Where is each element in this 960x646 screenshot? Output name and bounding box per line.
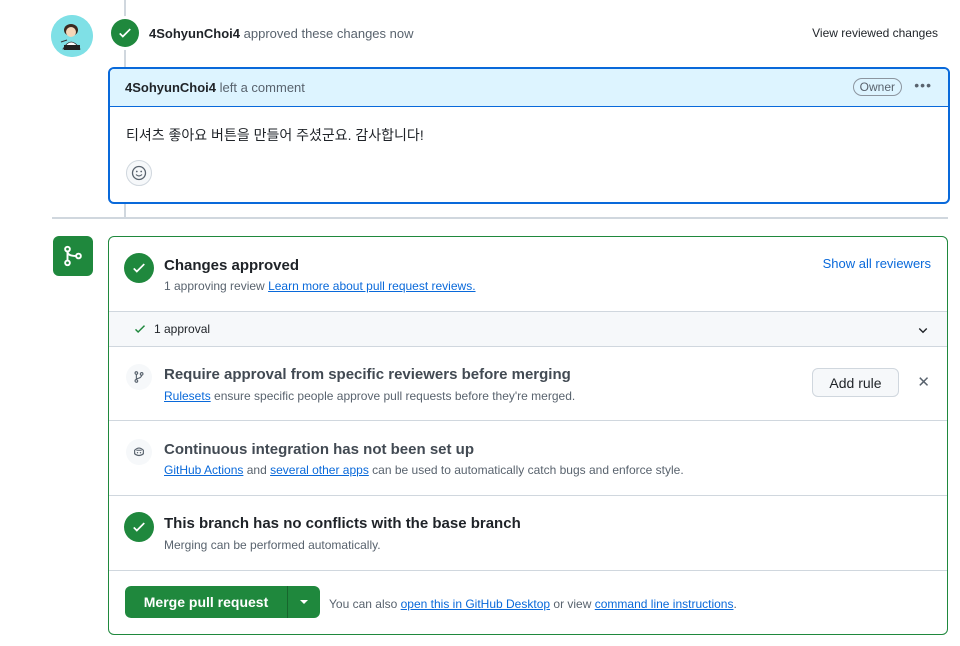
ci-and-text: and [246, 463, 267, 477]
timeline-divider [52, 217, 948, 219]
approved-check-badge [111, 19, 139, 47]
show-all-reviewers-link[interactable]: Show all reviewers [823, 256, 931, 271]
github-actions-link[interactable]: GitHub Actions [164, 463, 243, 477]
open-github-desktop-link[interactable]: open this in GitHub Desktop [401, 597, 550, 611]
command-line-instructions-link[interactable]: command line instructions [595, 597, 734, 611]
merge-note-prefix: You can also [329, 597, 398, 611]
kebab-menu-icon[interactable]: ••• [914, 77, 932, 93]
merge-options-dropdown[interactable] [287, 586, 320, 618]
git-branch-icon [134, 371, 144, 383]
add-reaction-button[interactable] [126, 160, 152, 186]
review-event-text: 4SohyunChoi4 approved these changes now [149, 26, 414, 41]
caret-down-icon [300, 600, 308, 604]
add-rule-button[interactable]: Add rule [812, 368, 899, 397]
branch-rule-icon-wrap [126, 364, 152, 390]
merge-pull-request-button[interactable]: Merge pull request [125, 586, 287, 618]
view-reviewed-changes-link[interactable]: View reviewed changes [812, 26, 938, 40]
review-action-text: approved these changes now [243, 26, 414, 41]
merge-alternatives-note: You can also open this in GitHub Desktop… [329, 597, 737, 611]
require-approval-subtitle: Rulesets ensure specific people approve … [164, 389, 575, 403]
copilot-ci-icon [134, 447, 144, 457]
merge-button-group: Merge pull request [125, 586, 320, 618]
check-icon [133, 263, 145, 273]
no-conflicts-title: This branch has no conflicts with the ba… [164, 515, 521, 532]
require-approval-section: Require approval from specific reviewers… [109, 346, 947, 421]
comment-body: 티셔츠 좋아요 버튼을 만들어 주셨군요. 감사합니다! [126, 127, 424, 143]
no-conflicts-subtitle: Merging can be performed automatically. [164, 538, 381, 552]
changes-approved-title: Changes approved [164, 257, 300, 274]
owner-badge: Owner [852, 78, 902, 96]
comment-author-line: 4SohyunChoi4 left a comment [125, 80, 305, 95]
ci-description: can be used to automatically catch bugs … [372, 463, 684, 477]
avatar[interactable] [51, 15, 93, 57]
several-other-apps-link[interactable]: several other apps [270, 463, 369, 477]
check-icon [134, 325, 146, 334]
rulesets-description: ensure specific people approve pull requ… [214, 389, 576, 403]
merge-note-or-view: or view [553, 597, 592, 611]
approvals-toggle[interactable]: 1 approval [109, 311, 947, 347]
merge-note-period: . [733, 597, 737, 611]
rulesets-link[interactable]: Rulesets [164, 389, 211, 403]
no-conflicts-section: This branch has no conflicts with the ba… [109, 496, 947, 571]
git-merge-icon [64, 245, 82, 267]
review-comment: 4SohyunChoi4 left a comment Owner ••• 티셔… [108, 67, 950, 204]
check-icon [119, 28, 131, 38]
ci-icon-wrap [126, 439, 152, 465]
changes-approved-subtitle: 1 approving review Learn more about pull… [164, 279, 476, 293]
ci-title: Continuous integration has not been set … [164, 441, 474, 458]
merge-status-icon [53, 236, 93, 276]
require-approval-title: Require approval from specific reviewers… [164, 366, 571, 383]
comment-action-text: left a comment [219, 80, 305, 95]
comment-author-link[interactable]: 4SohyunChoi4 [125, 80, 216, 95]
no-conflicts-badge [124, 512, 154, 542]
approving-review-count: 1 approving review [164, 279, 265, 293]
chevron-down-icon [918, 328, 928, 334]
learn-more-reviews-link[interactable]: Learn more about pull request reviews. [268, 279, 475, 293]
changes-approved-section: Changes approved 1 approving review Lear… [109, 237, 947, 311]
comment-header: 4SohyunChoi4 left a comment Owner ••• [110, 69, 948, 107]
approved-status-badge [124, 253, 154, 283]
check-icon [133, 522, 145, 532]
ci-subtitle: GitHub Actions and several other apps ca… [164, 463, 684, 477]
merge-box: Changes approved 1 approving review Lear… [108, 236, 948, 635]
smiley-icon [131, 165, 147, 181]
ci-section: Continuous integration has not been set … [109, 421, 947, 496]
review-author-link[interactable]: 4SohyunChoi4 [149, 26, 240, 41]
dismiss-rule-close-icon[interactable]: ✕ [917, 373, 930, 391]
approvals-count-label: 1 approval [154, 322, 211, 336]
